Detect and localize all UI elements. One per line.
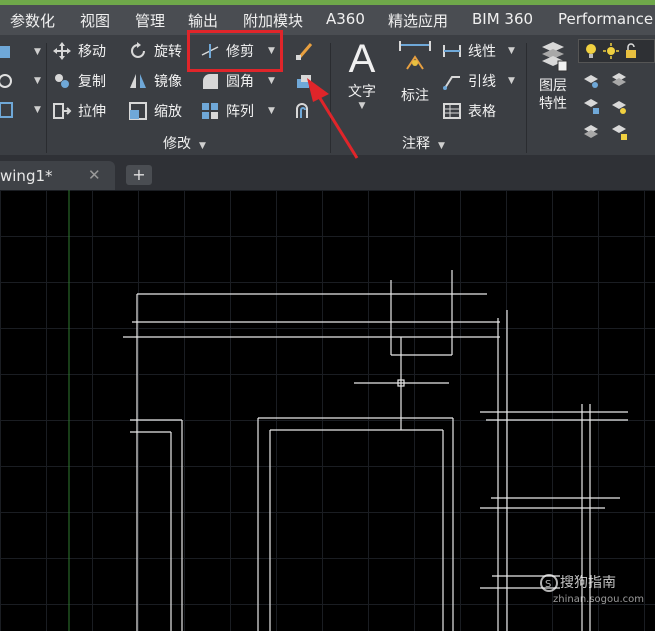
svg-text:S: S [545,579,551,590]
watermark-url: zhinan.sogou.com [553,594,645,605]
drawing-geometry [68,78,628,631]
watermark-brand: 搜狗指南 [560,575,616,591]
sogou-logo-icon: S [540,574,558,592]
